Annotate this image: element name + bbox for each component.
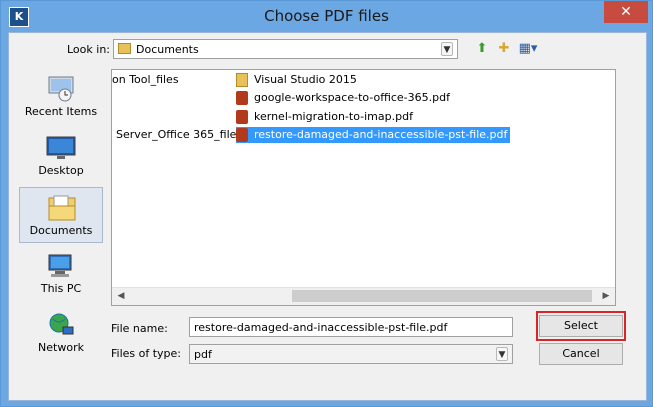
place-this-pc[interactable]: This PC: [19, 246, 103, 302]
file-name-label: File name:: [111, 322, 168, 335]
file-list[interactable]: on Tool_files Server_Office 365_files Vi…: [111, 69, 616, 306]
file-name-input[interactable]: [189, 317, 513, 337]
view-menu-icon[interactable]: ▦▾: [515, 40, 541, 58]
list-item-pdf[interactable]: google-workspace-to-office-365.pdf: [236, 90, 450, 106]
file-type-value: pdf: [194, 348, 212, 361]
new-folder-icon[interactable]: ✚: [495, 40, 513, 58]
folder-icon: [236, 73, 248, 87]
place-label: Recent Items: [24, 105, 98, 118]
cancel-button[interactable]: Cancel: [539, 343, 623, 365]
list-item-label: on Tool_files: [112, 73, 179, 86]
title-bar[interactable]: K Choose PDF files ✕: [1, 1, 652, 32]
scrollbar-thumb[interactable]: [292, 290, 592, 302]
list-item-label: google-workspace-to-office-365.pdf: [254, 91, 450, 104]
look-in-dropdown[interactable]: Documents ▼: [113, 39, 458, 59]
look-in-value: Documents: [136, 43, 199, 56]
place-label: Network: [38, 341, 84, 354]
pdf-file-icon: [236, 91, 248, 105]
place-desktop[interactable]: Desktop: [19, 128, 103, 184]
list-item-label: Visual Studio 2015: [254, 73, 357, 86]
list-item-folder[interactable]: Visual Studio 2015: [236, 72, 357, 88]
list-item-pdf[interactable]: kernel-migration-to-imap.pdf: [236, 109, 413, 125]
list-item-label: restore-damaged-and-inaccessible-pst-fil…: [254, 128, 508, 141]
place-label: This PC: [40, 282, 82, 295]
place-label: Documents: [29, 224, 93, 237]
dialog-window: K Choose PDF files ✕ Look in: Documents …: [0, 0, 653, 407]
scroll-right-icon[interactable]: ▶: [599, 289, 613, 303]
dialog-body: Look in: Documents ▼ ⬆ ✚ ▦▾ Recent Items: [8, 32, 647, 401]
horizontal-scrollbar[interactable]: ◀ ▶: [112, 287, 615, 305]
chevron-down-icon[interactable]: ▼: [496, 347, 508, 361]
place-label: Desktop: [38, 164, 84, 177]
list-item-label: kernel-migration-to-imap.pdf: [254, 110, 413, 123]
place-documents[interactable]: Documents: [19, 187, 103, 243]
list-item[interactable]: on Tool_files: [112, 72, 179, 88]
place-recent-items[interactable]: Recent Items: [19, 69, 103, 125]
chevron-down-icon[interactable]: ▼: [441, 42, 453, 56]
recent-items-icon: [48, 76, 74, 102]
list-item[interactable]: Server_Office 365_files: [116, 127, 242, 143]
network-icon: [49, 313, 74, 335]
select-button[interactable]: Select: [539, 315, 623, 337]
file-type-dropdown[interactable]: pdf ▼: [189, 344, 513, 364]
list-item-label: Server_Office 365_files: [116, 128, 243, 141]
place-network[interactable]: Network: [19, 305, 103, 361]
look-in-label: Look in:: [67, 43, 110, 56]
list-item-pdf-selected[interactable]: restore-damaged-and-inaccessible-pst-fil…: [236, 127, 511, 143]
folder-icon: [118, 43, 131, 54]
close-button[interactable]: ✕: [604, 1, 648, 23]
this-pc-icon: [48, 254, 72, 277]
desktop-icon: [46, 136, 76, 159]
pdf-file-icon: [236, 110, 248, 124]
pdf-file-icon: [236, 128, 248, 142]
up-folder-icon[interactable]: ⬆: [473, 40, 491, 58]
scroll-left-icon[interactable]: ◀: [114, 289, 128, 303]
documents-icon: [48, 195, 76, 221]
dialog-title: Choose PDF files: [264, 7, 389, 25]
file-type-label: Files of type:: [111, 347, 182, 360]
places-bar: Recent Items Desktop Documents This PC N…: [19, 69, 105, 367]
